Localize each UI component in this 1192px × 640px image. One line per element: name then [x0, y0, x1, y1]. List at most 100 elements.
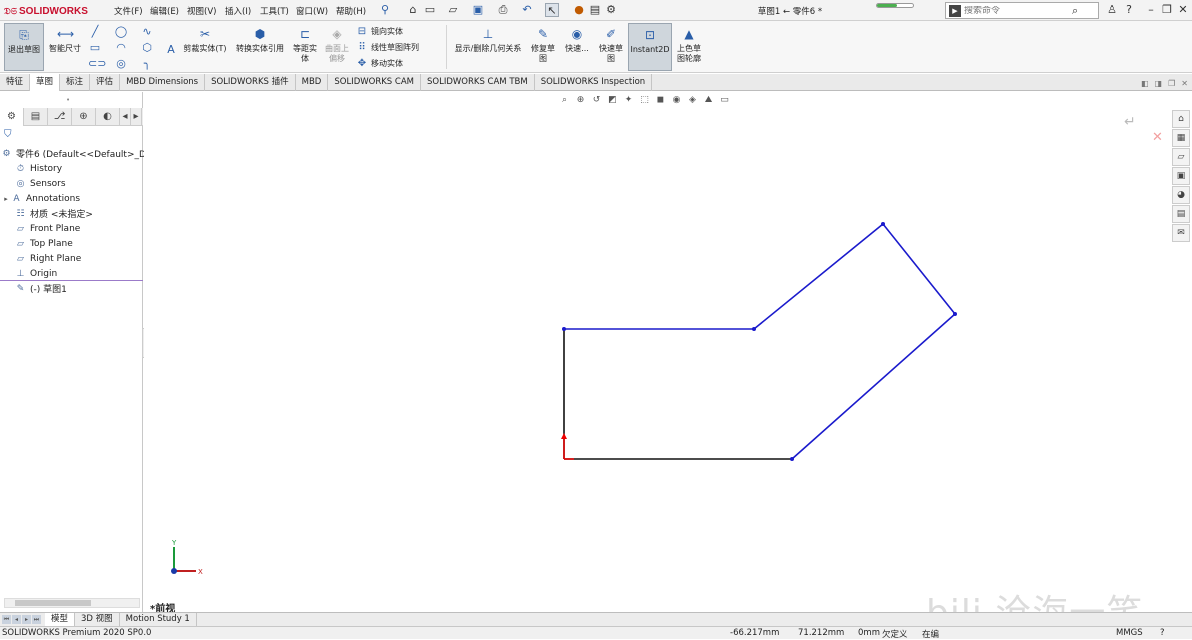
menu-window[interactable]: 窗口(W) [296, 5, 328, 17]
display-manager-tab-icon[interactable]: ◐ [96, 108, 120, 126]
custom-properties-icon[interactable]: ▤ [1172, 205, 1190, 223]
gear-icon[interactable]: ⚙ [604, 3, 618, 17]
prev-tab-icon[interactable]: ◂ [12, 615, 21, 624]
solidworks-logo[interactable]: 𝔇𝔖 SOLIDWORKS [4, 3, 96, 19]
menu-view[interactable]: 视图(V) [187, 5, 216, 17]
tab-4[interactable]: MBD Dimensions [120, 74, 206, 91]
unit-system[interactable]: MMGS [1116, 628, 1143, 638]
tab-9[interactable]: SOLIDWORKS Inspection [535, 74, 653, 91]
tree-item-origin[interactable]: ⊥ Origin [6, 266, 58, 281]
traffic-light-icon[interactable]: ● [572, 3, 586, 17]
doc-restore-icon[interactable]: ❐ [1168, 79, 1175, 88]
polygon-icon[interactable]: ⬡ [140, 42, 154, 54]
text-icon[interactable]: A [164, 44, 178, 56]
first-tab-icon[interactable]: ⏮ [2, 615, 11, 624]
rollback-bar[interactable] [0, 280, 143, 281]
quick-snaps-button[interactable]: ◉ 快速... [562, 23, 592, 71]
print-icon[interactable]: ⎙ [496, 3, 510, 17]
configuration-manager-tab-icon[interactable]: ⎇ [48, 108, 72, 126]
next-tab-icon[interactable]: ▸ [22, 615, 31, 624]
repair-sketch-button[interactable]: ✎ 修复草 图 [528, 23, 558, 71]
linear-pattern-button[interactable]: ⠿ 线性草图阵列 [356, 42, 419, 53]
sketch-point-4[interactable] [953, 312, 957, 316]
sketch-point-1[interactable] [562, 327, 566, 331]
spline-icon[interactable]: ∿ [140, 26, 154, 38]
arc-icon[interactable]: ◠ [114, 42, 128, 54]
tab-1[interactable]: 草图 [30, 74, 61, 91]
view-palette-icon[interactable]: ▣ [1172, 167, 1190, 185]
sketch-line-3[interactable] [882, 223, 956, 315]
menu-edit[interactable]: 编辑(E) [150, 5, 179, 17]
slot-icon[interactable]: ⊂⊃ [88, 58, 106, 70]
circle-icon[interactable]: ◯ [114, 26, 128, 38]
expand-arrow-icon[interactable]: ▸ [2, 195, 10, 203]
solidworks-resources-icon[interactable]: ⌂ [1172, 110, 1190, 128]
save-icon[interactable]: ▣ [471, 3, 485, 17]
tab-2[interactable]: 标注 [60, 74, 91, 91]
tab-scroll-left-icon[interactable]: ◂ [120, 108, 131, 126]
file-explorer-icon[interactable]: ▱ [1172, 148, 1190, 166]
file-properties-icon[interactable]: ▤ [588, 3, 602, 17]
select-cursor-icon[interactable]: ↖ [545, 3, 559, 17]
tree-item-sensor[interactable]: ◎ Sensors [6, 176, 66, 191]
tree-horizontal-scrollbar[interactable] [4, 598, 140, 608]
search-input[interactable] [964, 5, 1072, 16]
tree-item-sketch[interactable]: ✎ (-) 草图1 [6, 281, 67, 296]
status-help-icon[interactable]: ? [1160, 628, 1165, 638]
move-entities-button[interactable]: ✥ 移动实体 [356, 58, 403, 69]
tab-scroll-right-icon[interactable]: ▸ [131, 108, 142, 126]
expand-icon[interactable]: ◨ [1155, 79, 1163, 88]
tree-item-part[interactable]: ⚙ 零件6 (Default<<Default>_D [0, 146, 145, 161]
home-icon[interactable]: ⌂ [406, 3, 420, 17]
menu-insert[interactable]: 插入(I) [225, 5, 251, 17]
pin-icon[interactable]: ⚲ [378, 3, 392, 17]
design-library-icon[interactable]: ▦ [1172, 129, 1190, 147]
close-icon[interactable]: ✕ [1176, 3, 1190, 17]
tab-motion-study[interactable]: Motion Study 1 [120, 613, 197, 627]
rapid-sketch-button[interactable]: ✐ 快速草 图 [596, 23, 626, 71]
menu-file[interactable]: 文件(F) [114, 5, 143, 17]
tree-item-history[interactable]: ⏱ History [6, 161, 62, 176]
tab-3[interactable]: 评估 [90, 74, 121, 91]
trim-entities-button[interactable]: ✂ 剪裁实体(T) [182, 23, 228, 71]
shaded-contours-button[interactable]: ▲ 上色草 图轮廓 [674, 23, 704, 71]
offset-on-surface-button[interactable]: ◈ 曲面上 偏移 [322, 23, 352, 71]
sketch-canvas[interactable]: YX [144, 92, 1170, 612]
sketch-line-2[interactable] [753, 223, 884, 330]
tree-item-plane[interactable]: ▱ Front Plane [6, 221, 80, 236]
search-icon[interactable]: ⌕ [1072, 4, 1078, 18]
tree-item-plane[interactable]: ▱ Top Plane [6, 236, 73, 251]
rectangle-icon[interactable]: ▭ [88, 42, 102, 54]
menu-help[interactable]: 帮助(H) [336, 5, 366, 17]
sketch-point-3[interactable] [881, 222, 885, 226]
filter-icon[interactable]: ⛉ [4, 129, 12, 140]
feature-manager-tab-icon[interactable]: ⚙ [0, 108, 24, 126]
last-tab-icon[interactable]: ⏭ [32, 615, 41, 624]
restore-icon[interactable]: ❐ [1160, 3, 1174, 17]
collapse-icon[interactable]: ◧ [1141, 79, 1149, 88]
display-relations-button[interactable]: ⊥ 显示/删除几何关系 [450, 23, 526, 71]
offset-entities-button[interactable]: ⊏ 等距实 体 [290, 23, 320, 71]
instant2d-button[interactable]: ⊡ Instant2D [628, 23, 672, 71]
dimxpert-tab-icon[interactable]: ⊕ [72, 108, 96, 126]
convert-entities-button[interactable]: ⬢ 转换实体引用 [232, 23, 288, 71]
help-icon[interactable]: ? [1122, 3, 1136, 17]
tab-7[interactable]: SOLIDWORKS CAM [328, 74, 421, 91]
open-folder-icon[interactable]: ▱ [446, 3, 460, 17]
forum-icon[interactable]: ✉ [1172, 224, 1190, 242]
minimize-icon[interactable]: – [1144, 3, 1158, 17]
tab-3d-view[interactable]: 3D 视图 [75, 613, 120, 627]
sketch-point-5[interactable] [790, 457, 794, 461]
tab-5[interactable]: SOLIDWORKS 插件 [205, 74, 296, 91]
menu-tools[interactable]: 工具(T) [260, 5, 289, 17]
smart-dimension-button[interactable]: ⟷ 智能尺寸 [46, 23, 84, 71]
tab-8[interactable]: SOLIDWORKS CAM TBM [421, 74, 535, 91]
ellipse-icon[interactable]: ◎ [114, 58, 128, 70]
mirror-entities-button[interactable]: ⊟ 镜向实体 [356, 26, 403, 37]
scroll-thumb[interactable] [15, 600, 91, 606]
tree-item-plane[interactable]: ▱ Right Plane [6, 251, 81, 266]
search-box[interactable]: ▶ ⌕ [945, 2, 1099, 19]
property-manager-tab-icon[interactable]: ▤ [24, 108, 48, 126]
panel-grip-icon[interactable]: • [66, 96, 70, 104]
undo-icon[interactable]: ↶ [520, 3, 534, 17]
